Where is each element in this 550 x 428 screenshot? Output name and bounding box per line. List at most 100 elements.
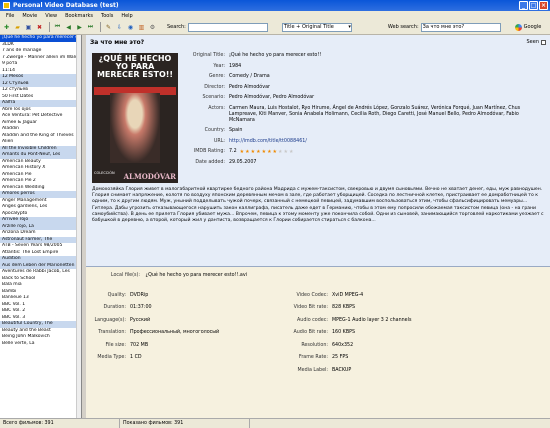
google-button[interactable]: Google xyxy=(514,23,541,31)
field-value: 1984 xyxy=(229,63,242,69)
file-info-row: Quality: DVDRip xyxy=(86,289,219,302)
star-icon[interactable]: ★ xyxy=(240,149,244,155)
seen-checkbox[interactable]: Seen xyxy=(527,39,546,45)
field-value: Comedy / Drama xyxy=(229,74,270,79)
field-date-added: Date added: 29.05.2007 xyxy=(186,160,546,166)
prev-icon[interactable]: ◀ xyxy=(64,23,73,32)
save-icon[interactable]: ▣ xyxy=(24,23,33,32)
file-info-label: Resolution: xyxy=(301,342,328,348)
details-section: За что мне это? Seen ¿QUÉ HE HECHO YO PA… xyxy=(86,35,550,267)
web-search-input[interactable] xyxy=(420,22,501,32)
search-mode-value: Title + Original Title xyxy=(283,24,334,30)
file-info-row: Resolution: 640x352 xyxy=(284,339,411,352)
maximize-icon[interactable]: □ xyxy=(529,1,538,10)
field-label: Scenario: xyxy=(202,95,225,100)
file-info-label: Media Label: xyxy=(297,367,329,373)
star-icon[interactable]: ★ xyxy=(245,149,249,155)
search-mode-select[interactable]: Title + Original Title ▾ xyxy=(281,22,352,32)
file-info-label: Audio codec: xyxy=(297,317,328,323)
google-icon xyxy=(514,23,522,31)
first-icon[interactable]: ⏮ xyxy=(53,23,62,32)
file-info-row: Frame Rate: 25 FPS xyxy=(284,352,411,365)
poster-figure xyxy=(110,93,160,163)
movie-details-panel: За что мне это? Seen ¿QUÉ HE HECHO YO PA… xyxy=(86,35,550,418)
field-label: Country: xyxy=(204,128,225,133)
file-info-row: Video Bit rate: 828 KBPS xyxy=(284,302,411,315)
movie-list-item[interactable]: Belle verte, La xyxy=(0,341,81,348)
new-movie-icon[interactable]: ✚ xyxy=(2,23,11,32)
file-info-value: 01:37:00 xyxy=(130,305,152,311)
file-info-left: Quality: DVDRip Duration: 01:37:00 Language(… xyxy=(86,289,219,364)
poster-title: ¿QUÉ HE HECHO YO PARA MERECER ESTO!! xyxy=(96,54,174,79)
star-icon[interactable]: ★ xyxy=(251,149,255,155)
open-icon[interactable]: ▰ xyxy=(13,23,22,32)
star-icon[interactable]: ★ xyxy=(262,149,266,155)
toolbar-separator xyxy=(49,22,50,32)
statistics-icon[interactable]: ▥ xyxy=(137,23,146,32)
import-icon[interactable]: ⇩ xyxy=(115,23,124,32)
file-info-row: Translation: Профессиональный, многоголос… xyxy=(86,327,219,340)
menu-view[interactable]: View xyxy=(41,13,61,19)
delete-icon[interactable]: ✖ xyxy=(35,23,44,32)
close-icon[interactable]: × xyxy=(539,1,548,10)
toolbar-separator xyxy=(100,22,101,32)
field-value: Carmen Maura, Luis Hostalot, Ryo Hirume,… xyxy=(229,105,521,123)
field-label: Original Title: xyxy=(192,53,225,58)
settings-icon[interactable]: ⚙ xyxy=(148,23,157,32)
movie-fields: Original Title: ¡Qué he hecho yo para me… xyxy=(186,53,546,170)
imdb-link[interactable]: http://imdb.com/title/tt0088461/ xyxy=(229,139,546,145)
poster-brand: ALMODÓVAR xyxy=(123,172,176,181)
file-info-label: Quality: xyxy=(107,292,126,298)
file-info-row: Duration: 01:37:00 xyxy=(86,302,219,315)
app-icon xyxy=(3,2,10,9)
edit-icon[interactable]: ✎ xyxy=(104,23,113,32)
star-icon[interactable]: ★ xyxy=(256,149,260,155)
movie-list-items: ¡Qué he hecho yo para merecer esto!! 3LDK… xyxy=(0,35,81,347)
movie-list-item[interactable]: ¡Qué he hecho yo para merecer esto!! xyxy=(0,35,81,42)
imdb-rating-value: 7.2 xyxy=(229,149,237,154)
star-icon[interactable]: ★ xyxy=(289,149,293,155)
field-value: Pedro Almodóvar, Pedro Almodóvar xyxy=(229,95,315,100)
file-info-label: Media Type: xyxy=(97,355,126,361)
web-icon[interactable]: ◉ xyxy=(126,23,135,32)
field-country: Country: Spain xyxy=(186,128,546,134)
movie-list[interactable]: ¡Qué he hecho yo para merecer esto!! 3LDK… xyxy=(0,35,82,418)
file-info-row: File size: 702 MB xyxy=(86,339,219,352)
file-info-value: Профессиональный, многоголосый xyxy=(130,330,220,336)
star-icon[interactable]: ★ xyxy=(267,149,271,155)
menu-file[interactable]: File xyxy=(2,13,18,19)
menu-movie[interactable]: Movie xyxy=(18,13,41,19)
file-info-value: Русский xyxy=(130,317,151,323)
last-icon[interactable]: ⏭ xyxy=(86,23,95,32)
minimize-icon[interactable]: _ xyxy=(519,1,528,10)
movie-description: Домохозяйка Глория живет в малогабаритно… xyxy=(92,187,544,224)
menu-bookmarks[interactable]: Bookmarks xyxy=(61,13,97,19)
local-file-name[interactable]: ¿Qué he hecho yo para merecer esto!!.avi xyxy=(146,273,247,278)
movie-list-item[interactable]: Aventures de Rabbi Jacob, Les xyxy=(0,269,81,276)
field-url: URL: http://imdb.com/title/tt0088461/ xyxy=(186,139,546,145)
star-icon[interactable]: ★ xyxy=(273,149,277,155)
field-scenario: Scenario: Pedro Almodóvar, Pedro Almodóv… xyxy=(186,95,546,101)
seen-check-icon[interactable] xyxy=(541,39,546,45)
star-icon[interactable]: ★ xyxy=(284,149,288,155)
file-info-right: Video Codec: XviD MPEG-4 Video Bit rate: 82… xyxy=(284,289,411,377)
file-info-label: Audio Bit rate: xyxy=(293,330,328,336)
field-value: ¡Qué he hecho yo para merecer esto!! xyxy=(229,53,322,58)
next-icon[interactable]: ▶ xyxy=(75,23,84,32)
file-info-label: Translation: xyxy=(98,330,126,336)
movie-list-scrollbar[interactable] xyxy=(76,35,81,418)
movie-title: За что мне это? xyxy=(90,39,145,46)
toolbar: ✚ ▰ ▣ ✖ ⏮ ◀ ▶ ⏭ ✎ ⇩ ◉ ▥ ⚙ Search: Title … xyxy=(0,20,550,35)
file-info-value: 25 FPS xyxy=(332,355,349,361)
status-bar: Всего фильмов: 391 Показано фильмов: 391 xyxy=(0,418,550,428)
star-icon[interactable]: ★ xyxy=(278,149,282,155)
status-total: Всего фильмов: 391 xyxy=(0,418,120,428)
search-input[interactable] xyxy=(187,22,268,32)
field-value: Pedro Almodóvar xyxy=(229,84,270,90)
rating-stars[interactable]: ★ ★ ★ ★ ★ ★ ★ ★ ★ ★ xyxy=(240,149,294,155)
field-value: Spain xyxy=(229,128,243,133)
file-info-value: 640x352 xyxy=(332,342,354,348)
menu-help[interactable]: Help xyxy=(117,13,136,19)
menu-tools[interactable]: Tools xyxy=(97,13,117,19)
local-file-row: Local file(s): ¿Qué he hecho yo para mer… xyxy=(104,273,247,278)
